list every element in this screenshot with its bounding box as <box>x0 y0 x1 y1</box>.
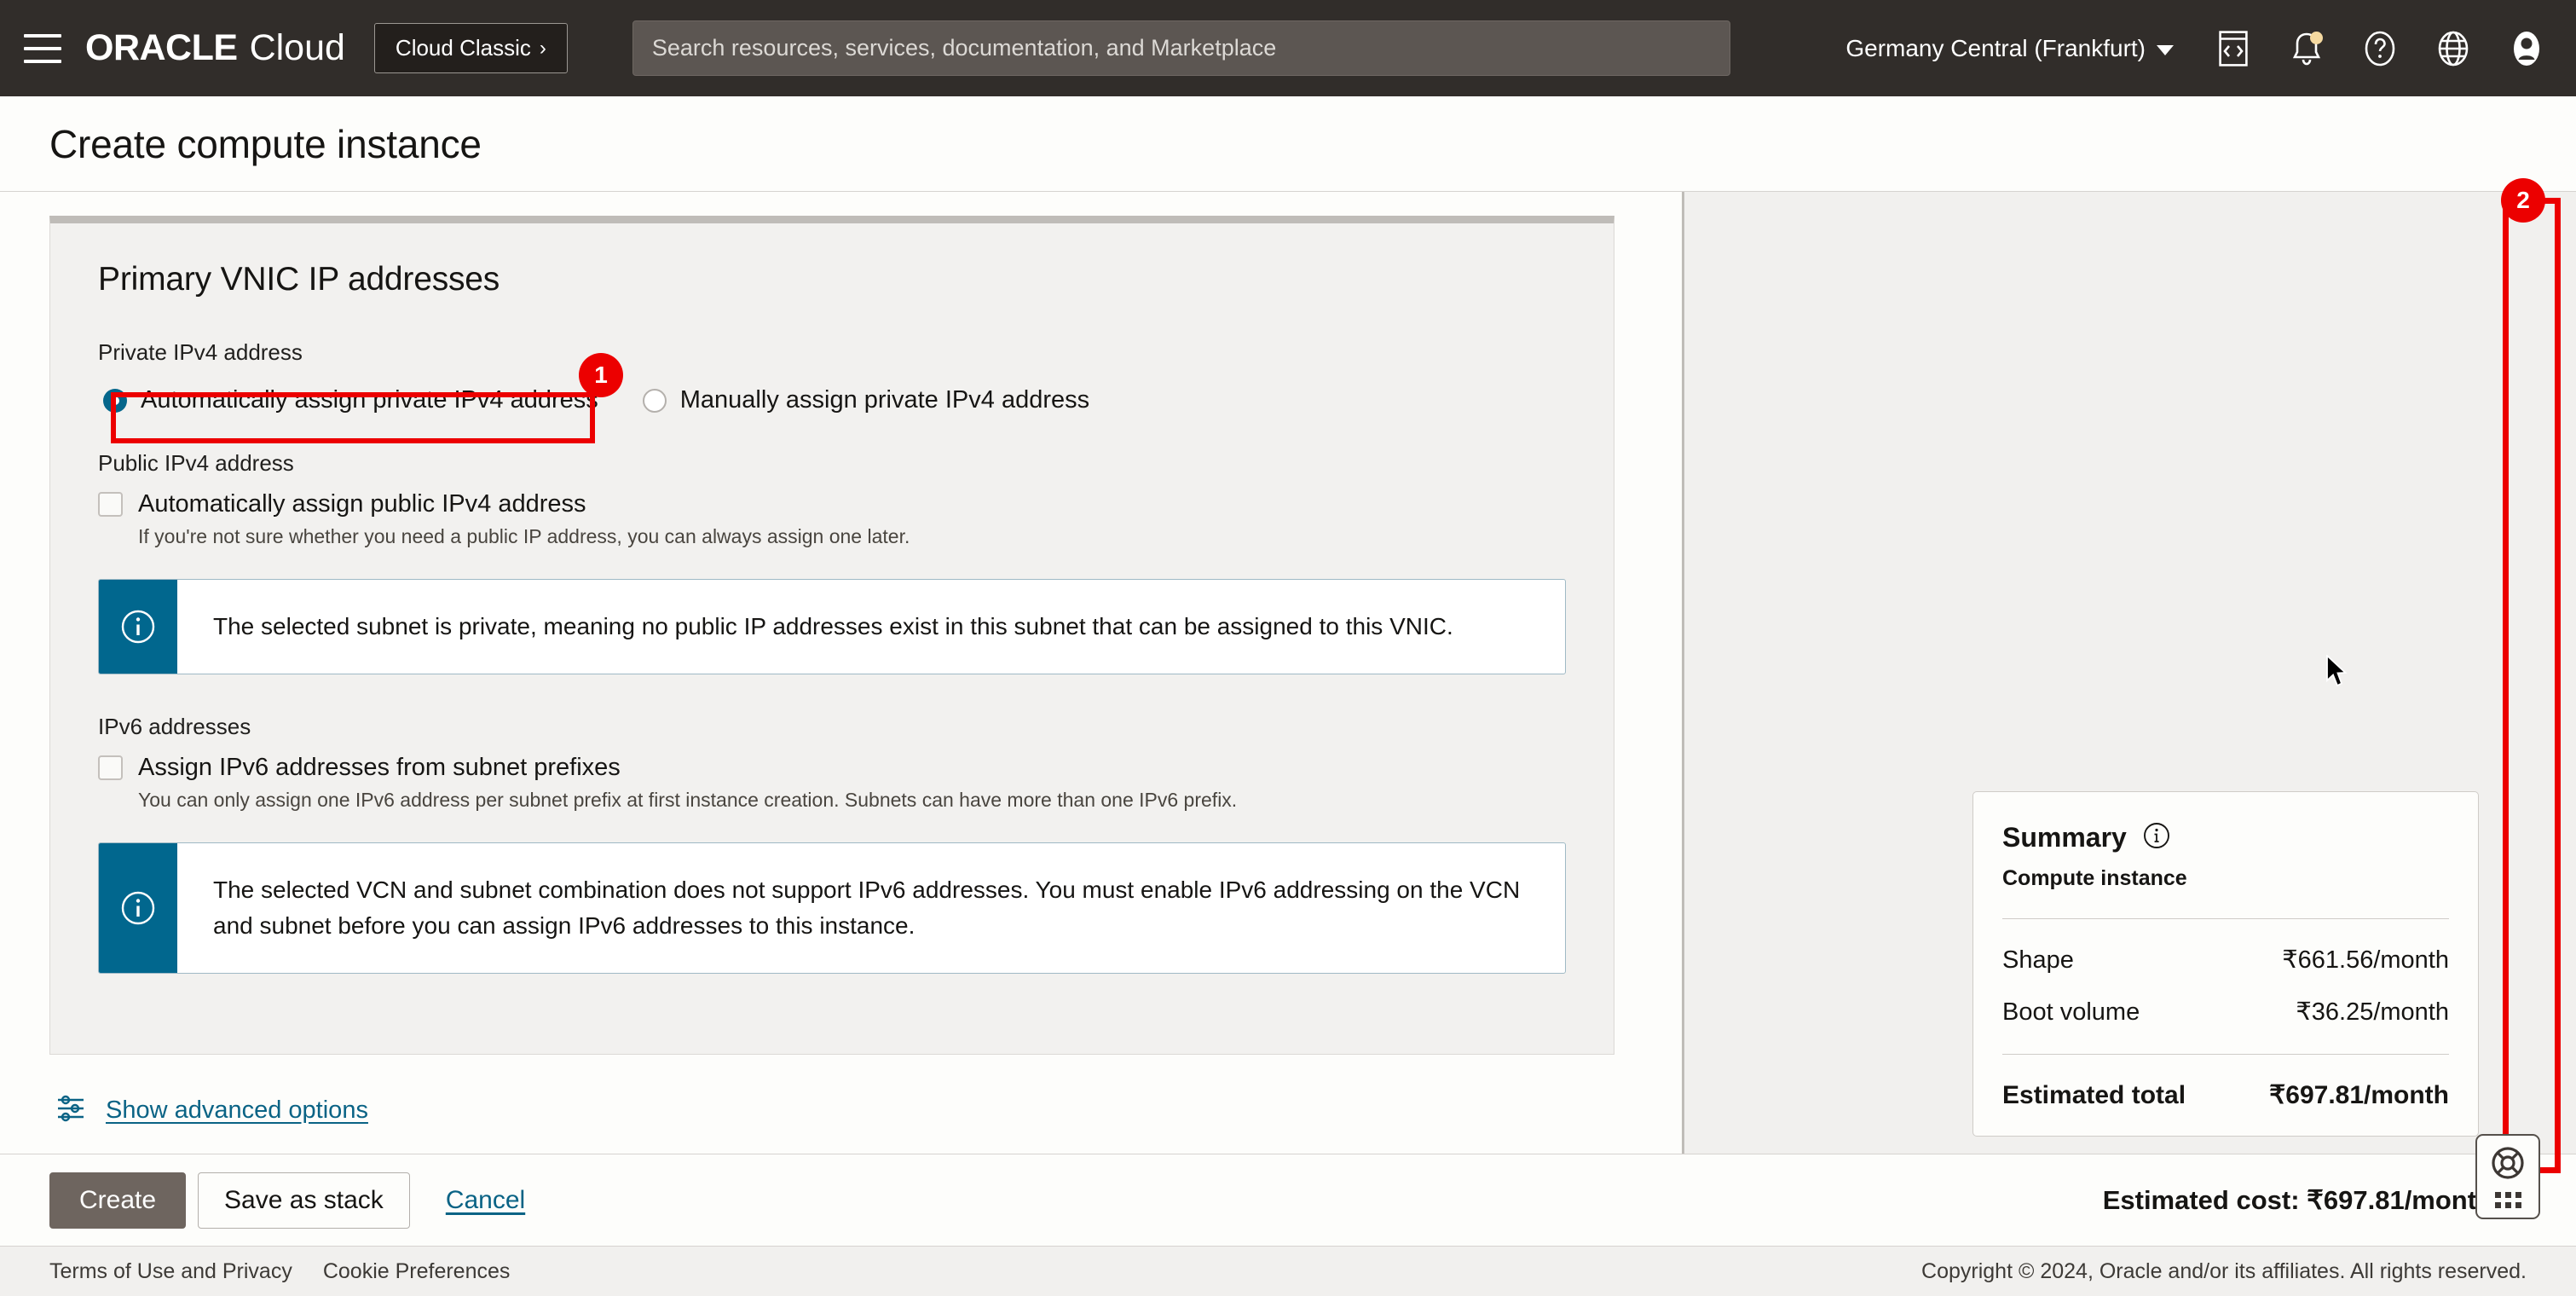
region-selector[interactable]: Germany Central (Frankfurt) <box>1845 35 2174 62</box>
summary-row-boot-volume: Boot volume ₹36.25/month <box>2002 997 2449 1027</box>
summary-estimated-total: Estimated total ₹697.81/month <box>2002 1080 2449 1110</box>
info-circle-icon <box>99 580 177 674</box>
summary-row-shape: Shape ₹661.56/month <box>2002 945 2449 975</box>
summary-header: Summary <box>2002 821 2449 854</box>
public-ipv4-info-banner: The selected subnet is private, meaning … <box>98 579 1566 674</box>
auto-assign-public-ipv4-checkbox-row[interactable]: Automatically assign public IPv4 address <box>98 490 1566 518</box>
automatically-assign-private-ipv4-radio[interactable]: Automatically assign private IPv4 addres… <box>98 379 604 421</box>
dots-grid-icon <box>2495 1192 2521 1208</box>
summary-row-boot-volume-label: Boot volume <box>2002 998 2140 1027</box>
copyright-text: Copyright © 2024, Oracle and/or its affi… <box>1921 1259 2527 1284</box>
page-footer: Terms of Use and Privacy Cookie Preferen… <box>0 1246 2576 1296</box>
info-circle-icon <box>99 843 177 973</box>
chevron-down-icon <box>2157 45 2174 55</box>
help-question-icon[interactable] <box>2359 28 2400 69</box>
radio-label-auto-private: Automatically assign private IPv4 addres… <box>141 386 598 414</box>
ipv6-info-banner: The selected VCN and subnet combination … <box>98 842 1566 974</box>
public-ipv4-label: Public IPv4 address <box>98 450 1566 477</box>
auto-assign-public-ipv4-checkbox[interactable] <box>98 492 123 517</box>
summary-panel: Summary Compute instance Shape ₹661.56/m… <box>1972 791 2479 1137</box>
cloud-classic-button[interactable]: Cloud Classic › <box>374 23 568 73</box>
form-pane: Primary VNIC IP addresses Private IPv4 a… <box>0 192 1684 1154</box>
page-title: Create compute instance <box>0 121 482 167</box>
summary-row-shape-label: Shape <box>2002 946 2074 975</box>
brand-cloud-text: Cloud <box>250 30 345 67</box>
region-label: Germany Central (Frankfurt) <box>1845 35 2146 62</box>
annotation-badge-1: 1 <box>579 353 623 397</box>
public-ipv4-help-text: If you're not sure whether you need a pu… <box>138 525 1566 548</box>
assign-ipv6-label: Assign IPv6 addresses from subnet prefix… <box>138 754 621 782</box>
summary-row-boot-volume-value: ₹36.25/month <box>2296 997 2449 1027</box>
primary-vnic-ip-card: Primary VNIC IP addresses Private IPv4 a… <box>49 216 1614 1055</box>
lifesaver-icon <box>2490 1145 2526 1185</box>
summary-divider-top <box>2002 918 2449 919</box>
brand-oracle-text: ORACLE <box>85 30 238 67</box>
radio-indicator-auto-private[interactable] <box>103 389 127 413</box>
show-advanced-options-link[interactable]: Show advanced options <box>55 1092 1682 1129</box>
terms-of-use-link[interactable]: Terms of Use and Privacy <box>49 1259 292 1284</box>
public-ipv4-info-text: The selected subnet is private, meaning … <box>177 580 1482 674</box>
notification-badge-dot <box>2310 32 2323 44</box>
sliders-settings-icon <box>55 1092 87 1129</box>
cloud-shell-icon[interactable] <box>2213 28 2254 69</box>
estimated-cost-label: Estimated cost: ₹697.81/month <box>2103 1185 2492 1216</box>
nav-right-cluster: Germany Central (Frankfurt) <box>1845 28 2552 69</box>
annotation-badge-2: 2 <box>2501 178 2545 223</box>
cloud-classic-label: Cloud Classic <box>396 35 531 61</box>
cookie-preferences-link[interactable]: Cookie Preferences <box>323 1259 511 1284</box>
bottom-action-bar: Create Save as stack Cancel Estimated co… <box>0 1154 2576 1246</box>
page-title-bar: Create compute instance <box>0 96 2576 192</box>
save-as-stack-button[interactable]: Save as stack <box>198 1172 410 1229</box>
assign-ipv6-checkbox-row[interactable]: Assign IPv6 addresses from subnet prefix… <box>98 754 1566 782</box>
show-advanced-options-label: Show advanced options <box>106 1096 368 1125</box>
language-globe-icon[interactable] <box>2433 28 2474 69</box>
user-avatar-icon[interactable] <box>2506 28 2547 69</box>
create-button[interactable]: Create <box>49 1172 186 1229</box>
auto-assign-public-ipv4-label: Automatically assign public IPv4 address <box>138 490 586 518</box>
cancel-link[interactable]: Cancel <box>446 1186 525 1215</box>
search-container <box>632 20 1730 76</box>
top-navigation-bar: ORACLE Cloud Cloud Classic › Germany Cen… <box>0 0 2576 96</box>
summary-subtitle: Compute instance <box>2002 866 2449 891</box>
support-help-widget[interactable] <box>2475 1134 2540 1219</box>
radio-indicator-manual-private[interactable] <box>643 389 667 413</box>
private-ipv4-label: Private IPv4 address <box>98 339 1566 366</box>
search-input[interactable] <box>632 20 1730 76</box>
hamburger-menu-icon[interactable] <box>24 34 61 63</box>
ipv6-info-text: The selected VCN and subnet combination … <box>177 843 1565 973</box>
private-ipv4-radio-group: Automatically assign private IPv4 addres… <box>98 379 1566 421</box>
summary-row-shape-value: ₹661.56/month <box>2282 945 2449 975</box>
summary-total-label: Estimated total <box>2002 1081 2186 1110</box>
notifications-bell-icon[interactable] <box>2286 28 2327 69</box>
oracle-cloud-logo: ORACLE Cloud <box>85 30 345 67</box>
ipv6-help-text: You can only assign one IPv6 address per… <box>138 789 1566 812</box>
summary-title: Summary <box>2002 822 2127 853</box>
ipv6-label: IPv6 addresses <box>98 714 1566 740</box>
card-title: Primary VNIC IP addresses <box>98 261 1566 298</box>
summary-pane: Summary Compute instance Shape ₹661.56/m… <box>1684 192 2576 1154</box>
footer-links: Terms of Use and Privacy Cookie Preferen… <box>49 1259 510 1284</box>
summary-total-value: ₹697.81/month <box>2269 1080 2449 1110</box>
manually-assign-private-ipv4-radio[interactable]: Manually assign private IPv4 address <box>638 379 1095 421</box>
summary-divider-bottom <box>2002 1054 2449 1055</box>
assign-ipv6-checkbox[interactable] <box>98 755 123 780</box>
radio-label-manual-private: Manually assign private IPv4 address <box>680 386 1089 414</box>
estimated-cost-toggle[interactable]: Estimated cost: ₹697.81/month <box>2103 1185 2527 1216</box>
chevron-right-icon: › <box>540 37 546 61</box>
page-content: Primary VNIC IP addresses Private IPv4 a… <box>0 192 2576 1154</box>
info-circle-icon[interactable] <box>2142 821 2171 854</box>
